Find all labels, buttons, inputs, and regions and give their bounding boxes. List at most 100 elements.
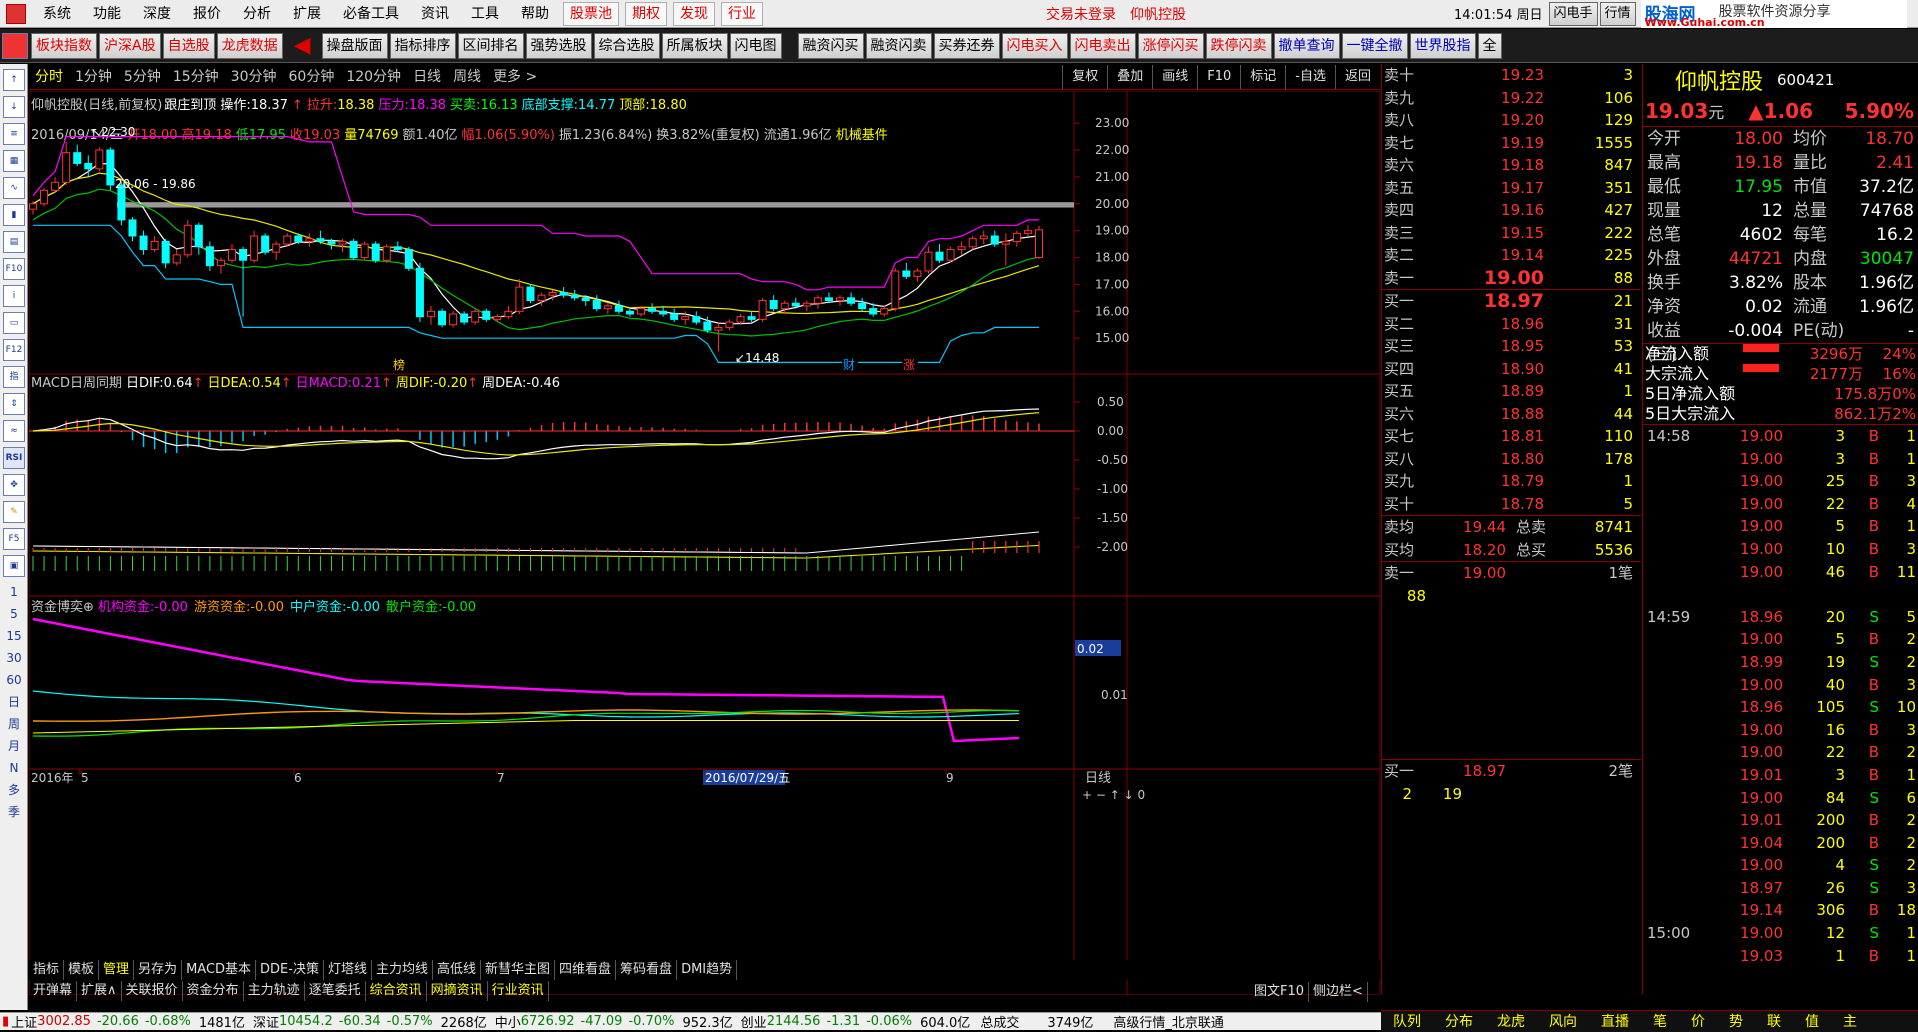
toolbar-mid-3[interactable]: 强势选股 bbox=[525, 32, 592, 59]
chart-button-2[interactable]: 画线 bbox=[1152, 64, 1197, 89]
line-chart-icon[interactable]: ∿ bbox=[3, 177, 25, 199]
menu-item-2[interactable]: 深度 bbox=[132, 0, 182, 28]
left-period-8[interactable]: N bbox=[0, 757, 28, 779]
zx-label[interactable]: 中小 bbox=[495, 1012, 521, 1031]
menu-item-6[interactable]: 必备工具 bbox=[332, 0, 410, 28]
rsi-icon[interactable]: RSI bbox=[3, 447, 25, 469]
toolbar-right-9[interactable]: 世界股指 bbox=[1409, 32, 1476, 59]
chart-button-1[interactable]: 叠加 bbox=[1107, 64, 1152, 89]
sell-level-1[interactable]: 卖九 19.22 106 bbox=[1382, 87, 1641, 110]
toolbar-mid-0[interactable]: 操盘版面 bbox=[321, 32, 388, 59]
toolbar-right-8[interactable]: 一键全撤 bbox=[1341, 32, 1408, 59]
cy-label[interactable]: 创业 bbox=[741, 1012, 767, 1031]
kline-icon[interactable]: ▮ bbox=[3, 204, 25, 226]
toolbar-left-1[interactable]: 沪深A股 bbox=[99, 32, 161, 59]
info-tab-3[interactable]: 资金分布 bbox=[183, 981, 244, 1001]
chart-button-4[interactable]: 标记 bbox=[1240, 64, 1285, 89]
left-period-10[interactable]: 季 bbox=[0, 801, 28, 823]
left-period-5[interactable]: 日 bbox=[0, 691, 28, 713]
toolbar-right-6[interactable]: 跌停闪卖 bbox=[1205, 32, 1272, 59]
buy-level-6[interactable]: 买七 18.81 110 bbox=[1382, 425, 1641, 448]
sh-label[interactable]: 上证 bbox=[11, 1012, 37, 1031]
f5-icon[interactable]: F5 bbox=[3, 528, 25, 550]
event-mark-1[interactable]: 财 bbox=[843, 358, 855, 372]
sell-level-4[interactable]: 卖六 19.18 847 bbox=[1382, 154, 1641, 177]
period-tab-2[interactable]: 5分钟 bbox=[118, 64, 167, 90]
toolbar-left-2[interactable]: 自选股 bbox=[162, 32, 215, 59]
buy-level-2[interactable]: 买三 18.95 53 bbox=[1382, 335, 1641, 358]
right-tab-10[interactable]: 主 bbox=[1831, 1012, 1869, 1032]
period-tab-8[interactable]: 周线 bbox=[447, 64, 487, 90]
arrow-left-icon[interactable]: ◀ bbox=[294, 33, 311, 58]
toolbar-right-3[interactable]: 闪电买入 bbox=[1001, 32, 1068, 59]
indicator-tab-8[interactable]: 高低线 bbox=[433, 960, 482, 980]
f12-icon[interactable]: F12 bbox=[3, 339, 25, 361]
left-period-0[interactable]: 1 bbox=[0, 581, 28, 603]
left-period-1[interactable]: 5 bbox=[0, 603, 28, 625]
chart-button-3[interactable]: F10 bbox=[1197, 64, 1240, 89]
buy-level-5[interactable]: 买六 18.88 44 bbox=[1382, 403, 1641, 426]
event-mark-2[interactable]: 涨 bbox=[903, 357, 915, 372]
sell-level-9[interactable]: 卖一 19.00 88 bbox=[1382, 267, 1641, 290]
indicator-tab-3[interactable]: 另存为 bbox=[134, 960, 183, 980]
tick-list[interactable]: 14:58 19.00 3 B 1 19.00 3 B 1 19.00 25 B 3 19.00 22 B 4 1… bbox=[1643, 425, 1918, 967]
menu-item-4[interactable]: 分析 bbox=[232, 0, 282, 28]
sell-level-7[interactable]: 卖三 19.15 222 bbox=[1382, 222, 1641, 245]
indicator-tab-0[interactable]: 指标 bbox=[29, 960, 65, 980]
flash-trade-button[interactable]: 闪电手 bbox=[1548, 1, 1598, 26]
period-tab-0[interactable]: 分时 bbox=[29, 64, 69, 90]
stock-link[interactable]: 仰帆控股 bbox=[1130, 4, 1186, 24]
sell-level-8[interactable]: 卖二 19.14 225 bbox=[1382, 244, 1641, 267]
toolbar-right-0[interactable]: 融资闪买 bbox=[797, 32, 864, 59]
red-button-0[interactable]: 股票池 bbox=[563, 1, 619, 26]
buy-level-4[interactable]: 买五 18.89 1 bbox=[1382, 380, 1641, 403]
toolbar-mid-5[interactable]: 所属板块 bbox=[661, 32, 728, 59]
period-tab-5[interactable]: 60分钟 bbox=[283, 64, 341, 90]
menu-item-1[interactable]: 功能 bbox=[82, 0, 132, 28]
toolbar-right-7[interactable]: 撤单查询 bbox=[1273, 32, 1340, 59]
info-tab-2[interactable]: 关联报价 bbox=[122, 981, 183, 1001]
indicator-tab-4[interactable]: MACD基本 bbox=[182, 960, 257, 980]
red-button-2[interactable]: 发现 bbox=[673, 1, 715, 26]
left-period-2[interactable]: 15 bbox=[0, 625, 28, 647]
menu-item-5[interactable]: 扩展 bbox=[282, 0, 332, 28]
sell-level-6[interactable]: 卖四 19.16 427 bbox=[1382, 199, 1641, 222]
sell-level-5[interactable]: 卖五 19.17 351 bbox=[1382, 177, 1641, 200]
left-period-7[interactable]: 月 bbox=[0, 735, 28, 757]
bottom-right-tab-1[interactable]: 侧边栏< bbox=[1309, 982, 1368, 1002]
left-period-6[interactable]: 周 bbox=[0, 713, 28, 735]
toolbar-mid-4[interactable]: 综合选股 bbox=[593, 32, 660, 59]
red-button-1[interactable]: 期权 bbox=[625, 1, 667, 26]
market-button[interactable]: 行情 bbox=[1599, 1, 1636, 26]
info-tab-0[interactable]: 开弹幕 bbox=[29, 981, 78, 1001]
toolbar-right-1[interactable]: 融资闪卖 bbox=[865, 32, 932, 59]
info-icon[interactable]: i bbox=[3, 285, 25, 307]
indicator-tab-1[interactable]: 模板 bbox=[64, 960, 100, 980]
sell-level-3[interactable]: 卖七 19.19 1555 bbox=[1382, 132, 1641, 155]
bottom-right-tab-0[interactable]: 图文F10 bbox=[1250, 982, 1310, 1002]
toolbar-right-2[interactable]: 买券还券 bbox=[933, 32, 1000, 59]
indicator-tab-5[interactable]: DDE-决策 bbox=[256, 960, 324, 980]
grid-menu-icon[interactable] bbox=[2, 32, 28, 59]
chart-button-0[interactable]: 复权 bbox=[1062, 64, 1107, 89]
trade-login-status[interactable]: 交易未登录 bbox=[1046, 4, 1116, 24]
right-tab-0[interactable]: 队列 bbox=[1381, 1012, 1433, 1032]
info-tab-6[interactable]: 综合资讯 bbox=[366, 981, 427, 1001]
red-button-3[interactable]: 行业 bbox=[721, 1, 763, 26]
event-mark-0[interactable]: 榜 bbox=[393, 357, 405, 372]
left-period-9[interactable]: 多 bbox=[0, 779, 28, 801]
sector-icon[interactable]: ▤ bbox=[3, 231, 25, 253]
menu-item-7[interactable]: 资讯 bbox=[410, 0, 460, 28]
table-icon[interactable]: ▦ bbox=[3, 150, 25, 172]
toolbar-left-3[interactable]: 龙虎数据 bbox=[216, 32, 283, 59]
f10-icon[interactable]: F10 bbox=[3, 258, 25, 280]
pencil-icon[interactable]: ✎ bbox=[3, 501, 25, 523]
info-tab-5[interactable]: 逐笔委托 bbox=[305, 981, 366, 1001]
toolbar-right-10[interactable]: 全 bbox=[1477, 32, 1502, 59]
toolbar-mid-1[interactable]: 指标排序 bbox=[389, 32, 456, 59]
left-period-3[interactable]: 30 bbox=[0, 647, 28, 669]
screen-icon[interactable]: ▣ bbox=[3, 555, 25, 577]
menu-item-0[interactable]: 系统 bbox=[32, 0, 82, 28]
doc-icon[interactable]: ▭ bbox=[3, 312, 25, 334]
right-tab-2[interactable]: 龙虎 bbox=[1485, 1012, 1537, 1032]
